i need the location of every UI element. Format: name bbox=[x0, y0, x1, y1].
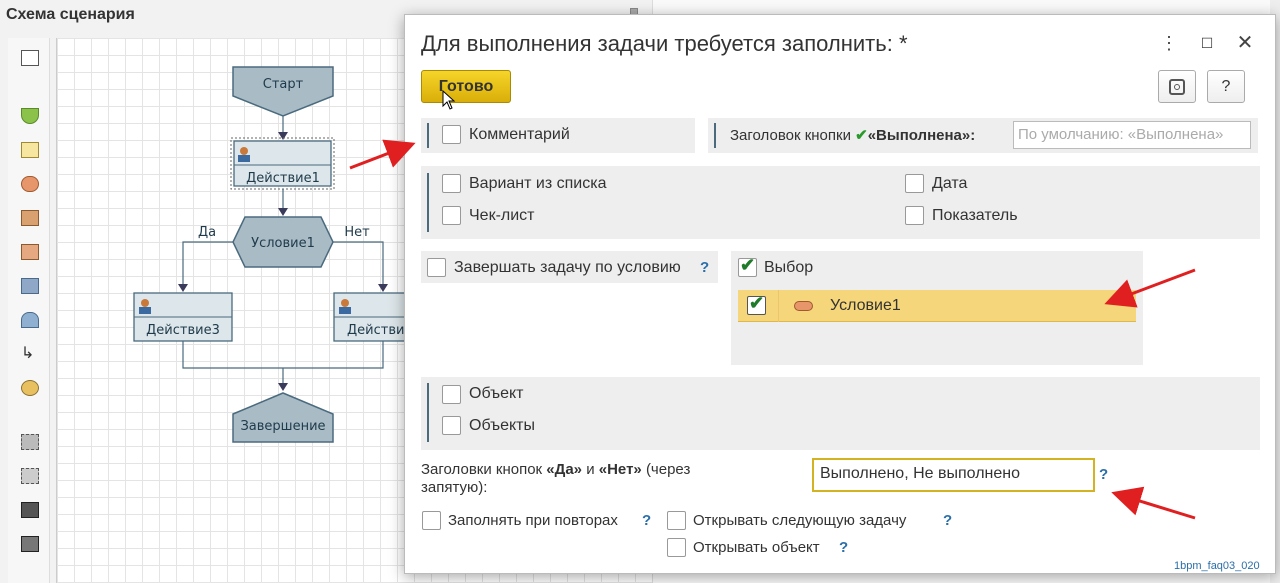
arrow-to-comment bbox=[349, 139, 416, 170]
arrow-to-captions-input bbox=[1111, 486, 1196, 520]
arrow-to-choice-item bbox=[1104, 268, 1196, 308]
annotation-arrows bbox=[349, 139, 1196, 520]
